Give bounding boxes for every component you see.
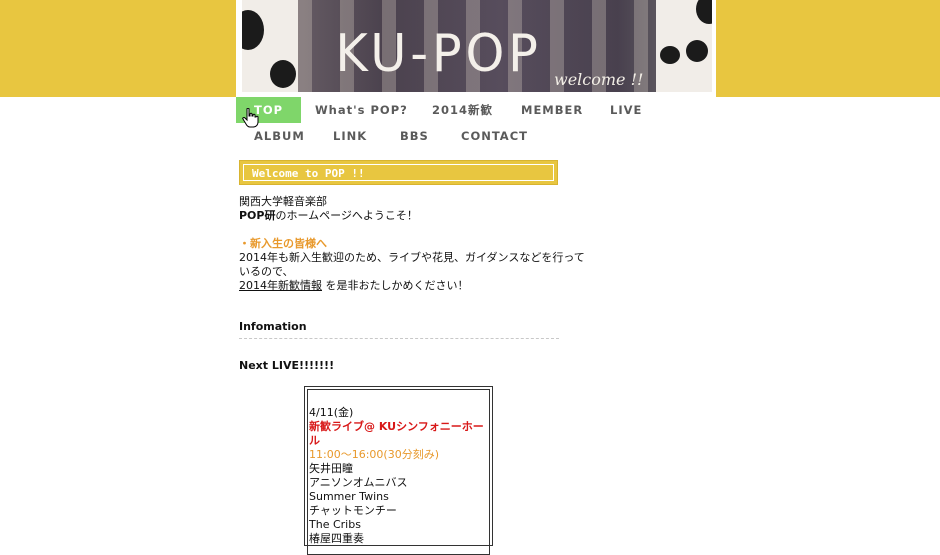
- nav-member[interactable]: MEMBER: [521, 97, 583, 123]
- nav-link[interactable]: LINK: [333, 123, 367, 149]
- next-live-heading: Next LIVE!!!!!!!: [239, 359, 335, 372]
- nav-live[interactable]: LIVE: [610, 97, 642, 123]
- info-divider: [239, 338, 559, 339]
- nav-contact[interactable]: CONTACT: [461, 123, 528, 149]
- welcome-heading: Welcome to POP !!: [243, 164, 554, 181]
- nav-bbs[interactable]: BBS: [400, 123, 429, 149]
- live-schedule-inner: 4/11(金) 新歓ライブ@ KUシンフォニーホール 11:00〜16:00(3…: [307, 389, 490, 555]
- welcome-heading-box: Welcome to POP !!: [239, 160, 558, 185]
- live-schedule-box: 4/11(金) 新歓ライブ@ KUシンフォニーホール 11:00〜16:00(3…: [304, 386, 493, 555]
- hand-cursor-icon: [242, 108, 259, 128]
- welcome-handwriting: welcome !!: [554, 70, 644, 89]
- info-heading: Infomation: [239, 320, 307, 333]
- live-date: 4/11(金): [309, 406, 354, 419]
- newcomer-body-line3: 2014年新歓情報 を是非おたしかめください！: [239, 277, 469, 293]
- live-band: チャットモンチー: [309, 504, 397, 517]
- live-time: 11:00〜16:00(30分刻み): [309, 448, 439, 461]
- header-banner-image: KU-POP welcome !!: [242, 0, 712, 92]
- live-band: アニソンオムニバス: [309, 476, 408, 489]
- live-band: Summer Twins: [309, 490, 389, 503]
- shinkan-info-link[interactable]: 2014年新歓情報: [239, 279, 322, 292]
- live-band: 矢井田瞳: [309, 462, 353, 475]
- panda-image-right: [656, 0, 712, 92]
- nav-whats-pop[interactable]: What's POP?: [315, 97, 408, 123]
- nav-album[interactable]: ALBUM: [254, 123, 305, 149]
- newcomer-body-rest: を是非おたしかめください！: [322, 279, 469, 292]
- site-logo: KU-POP: [335, 24, 542, 84]
- intro-pop-bold: POP研: [239, 209, 276, 222]
- panda-image-left: [242, 0, 298, 92]
- live-band: The Cribs: [309, 518, 361, 531]
- intro-greeting-rest: のホームページへようこそ！: [275, 209, 418, 222]
- intro-greeting: POP研のホームページへようこそ！: [239, 207, 418, 223]
- nav-2014-shinkan[interactable]: 2014新歓: [432, 97, 493, 123]
- live-band: 椿屋四重奏: [309, 532, 364, 545]
- live-event: 新歓ライブ@ KUシンフォニーホール: [309, 420, 484, 447]
